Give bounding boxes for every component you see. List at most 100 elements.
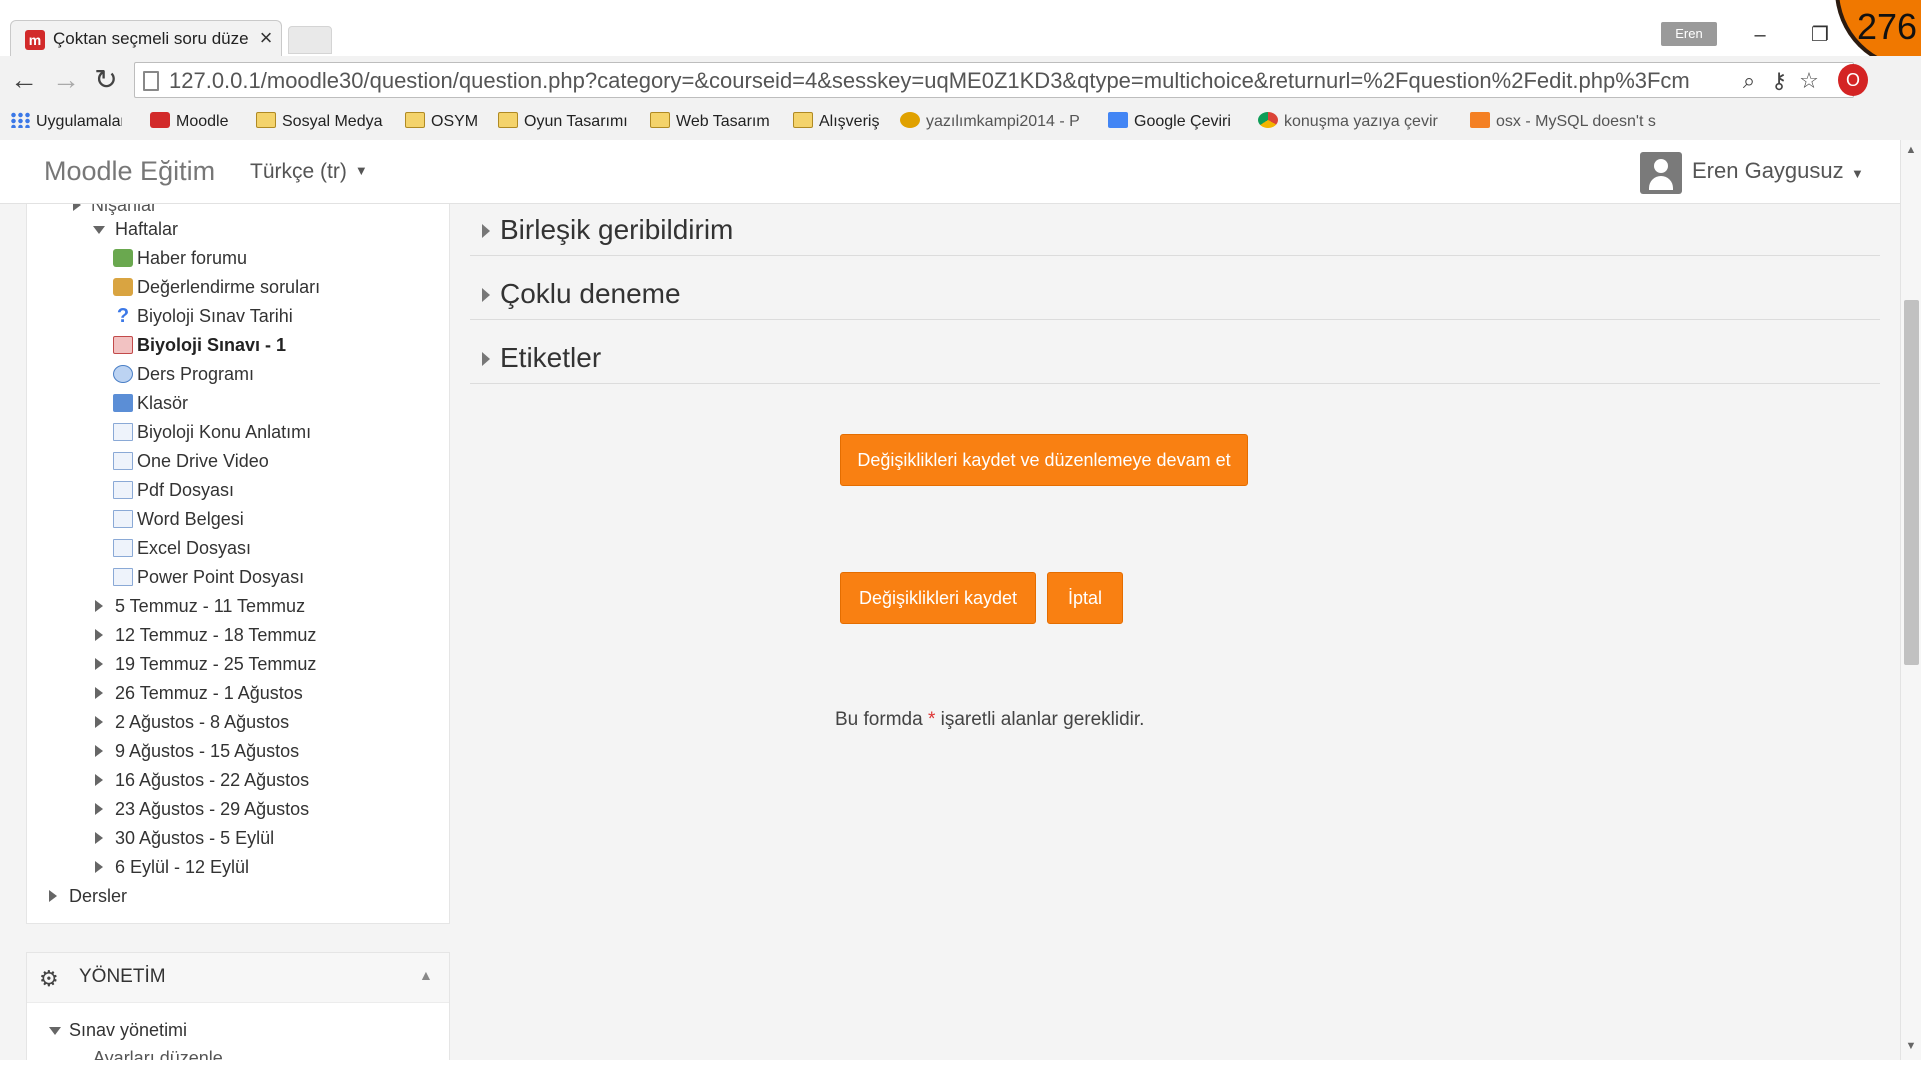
bookmark-moodle[interactable]: Moodle (150, 110, 246, 134)
file-icon (113, 423, 133, 441)
nav-week-item[interactable]: 5 Temmuz - 11 Temmuz (95, 593, 305, 619)
scrollbar-thumb[interactable] (1904, 300, 1919, 665)
navigation-block: Nişanlar Haftalar Haber forumu Değerlend… (26, 204, 450, 924)
quiz-icon (113, 278, 133, 296)
nav-activity-biyoloji-sinav-tarihi[interactable]: ? Biyoloji Sınav Tarihi (113, 303, 293, 329)
moodle-navbar: Moodle Eğitim Türkçe (tr) ▼ Eren Gaygusuz… (0, 140, 1900, 204)
new-tab-button[interactable] (288, 26, 332, 54)
nav-activity-word-belgesi[interactable]: Word Belgesi (113, 506, 244, 532)
bookmark-folder-web-tasarim[interactable]: Web Tasarım (650, 110, 780, 134)
expand-arrow-icon (482, 224, 490, 238)
url-text[interactable]: 127.0.0.1/moodle30/question/question.php… (169, 68, 1759, 94)
nav-week-item[interactable]: 23 Ağustos - 29 Ağustos (95, 796, 309, 822)
nav-activity-excel-dosyasi[interactable]: Excel Dosyası (113, 535, 251, 561)
bookmark-apps[interactable]: Uygulamalar (10, 110, 122, 134)
nav-activity-one-drive-video[interactable]: One Drive Video (113, 448, 269, 474)
profile-button[interactable]: Eren (1661, 22, 1717, 46)
file-icon (113, 452, 133, 470)
nav-item-sinav-yonetimi[interactable]: Sınav yönetimi (49, 1017, 187, 1043)
nav-week-item[interactable]: 6 Eylül - 12 Eylül (95, 854, 249, 880)
nav-week-item[interactable]: 26 Temmuz - 1 Ağustos (95, 680, 303, 706)
nav-week-item[interactable]: 19 Temmuz - 25 Temmuz (95, 651, 316, 677)
bookmark-yazilimkampi[interactable]: yazılımkampi2014 - P (900, 110, 1095, 134)
caret-down-icon[interactable]: ▼ (1851, 166, 1864, 181)
cancel-button[interactable]: İptal (1047, 572, 1123, 624)
search-icon[interactable]: ⌕ (1735, 67, 1763, 95)
browser-tab-active[interactable]: m Çoktan seçmeli soru düze × (10, 20, 282, 56)
save-and-continue-button[interactable]: Değişiklikleri kaydet ve düzenlemeye dev… (840, 434, 1248, 486)
nav-activity-power-point-dosyasi[interactable]: Power Point Dosyası (113, 564, 304, 590)
moodle-icon (150, 112, 170, 128)
tab-close-icon[interactable]: × (255, 25, 277, 51)
nav-item-dersler[interactable]: Dersler (49, 883, 127, 909)
folder-icon (793, 112, 813, 128)
scroll-down-arrow-icon[interactable]: ▼ (1905, 1040, 1917, 1056)
overlay-counter-text: 276 (1857, 6, 1918, 47)
section-birlesik-geribildirim[interactable]: Birleşik geribildirim (470, 204, 1880, 256)
question-edit-form: Birleşik geribildirim Çoklu deneme Etike… (470, 204, 1880, 1060)
apps-grid-icon (10, 112, 30, 128)
collapse-arrow-icon (93, 226, 105, 234)
section-coklu-deneme[interactable]: Çoklu deneme (470, 268, 1880, 320)
user-menu[interactable]: Eren Gaygusuz (1692, 158, 1844, 184)
nav-item-ayarlari-duzenle[interactable]: Ayarları düzenle (93, 1045, 223, 1060)
minimize-window-button[interactable]: – (1740, 20, 1780, 50)
nav-week-item[interactable]: 30 Ağustos - 5 Eylül (95, 825, 274, 851)
nav-activity-haber-forumu[interactable]: Haber forumu (113, 245, 247, 271)
language-menu[interactable]: Türkçe (tr) ▼ (250, 160, 368, 184)
required-fields-note: Bu formda * işaretli alanlar gereklidir. (835, 709, 1145, 730)
nav-activity-biyoloji-konu-anlatimi[interactable]: Biyoloji Konu Anlatımı (113, 419, 311, 445)
forward-arrow-icon[interactable]: → (48, 62, 84, 98)
caret-down-icon: ▼ (354, 163, 368, 178)
collapse-arrow-icon (49, 1027, 61, 1035)
site-name-link[interactable]: Moodle Eğitim (44, 156, 215, 187)
cat-icon (900, 112, 920, 128)
key-icon[interactable]: ⚷ (1765, 67, 1793, 95)
nav-item-haftalar[interactable]: Haftalar (93, 216, 178, 242)
bookmark-folder-alisveris[interactable]: Alışveriş (793, 110, 893, 134)
expand-arrow-icon (482, 288, 490, 302)
nav-activity-ders-programi[interactable]: Ders Programı (113, 361, 254, 387)
folder-icon (113, 394, 133, 412)
restore-window-button[interactable]: ❐ (1800, 20, 1840, 50)
nav-week-item[interactable]: 2 Ağustos - 8 Ağustos (95, 709, 289, 735)
collapse-caret-icon[interactable]: ▲ (419, 967, 433, 983)
administration-block: ⚙ YÖNETİM ▲ Sınav yönetimi Ayarları düze… (26, 952, 450, 1060)
question-icon: ? (116, 305, 130, 327)
nav-activity-pdf-dosyasi[interactable]: Pdf Dosyası (113, 477, 234, 503)
folder-icon (405, 112, 425, 128)
file-icon (113, 481, 133, 499)
opera-icon[interactable]: O (1838, 64, 1868, 96)
bookmark-google-ceviri[interactable]: Google Çeviri (1108, 110, 1240, 134)
bookmark-osx-mysql[interactable]: osx - MySQL doesn't s (1470, 110, 1658, 134)
expand-arrow-icon (95, 600, 103, 612)
administration-header[interactable]: ⚙ YÖNETİM ▲ (27, 953, 449, 1003)
bookmark-folder-sosyal-medya[interactable]: Sosyal Medya (256, 110, 396, 134)
folder-icon (256, 112, 276, 128)
nav-activity-degerlendirme-sorulari[interactable]: Değerlendirme soruları (113, 274, 320, 300)
section-etiketler[interactable]: Etiketler (470, 332, 1880, 384)
bookmarks-bar: Uygulamalar Moodle Sosyal Medya OSYM Oyu… (0, 104, 1921, 140)
bookmark-konusma-yaziya-cevir[interactable]: konuşma yazıya çevir (1258, 110, 1450, 134)
nav-week-item[interactable]: 16 Ağustos - 22 Ağustos (95, 767, 309, 793)
bookmark-folder-oyun-tasarimi[interactable]: Oyun Tasarımı (498, 110, 638, 134)
gears-icon: ⚙ (39, 966, 59, 991)
user-avatar-icon[interactable] (1640, 152, 1682, 194)
nav-week-item[interactable]: 9 Ağustos - 15 Ağustos (95, 738, 299, 764)
reload-icon[interactable]: ↻ (88, 62, 124, 98)
browser-toolbar: ← → ↻ 127.0.0.1/moodle30/question/questi… (0, 56, 1921, 104)
bookmark-folder-osym[interactable]: OSYM (405, 110, 485, 134)
file-icon (113, 510, 133, 528)
page-scrollbar[interactable]: ▲ ▼ (1900, 140, 1921, 1060)
nav-week-item[interactable]: 12 Temmuz - 18 Temmuz (95, 622, 316, 648)
folder-icon (650, 112, 670, 128)
back-arrow-icon[interactable]: ← (6, 62, 42, 98)
required-star: * (927, 709, 936, 730)
folder-icon (498, 112, 518, 128)
save-changes-button[interactable]: Değişiklikleri kaydet (840, 572, 1036, 624)
nav-activity-biyoloji-sinavi-1[interactable]: Biyoloji Sınavı - 1 (113, 332, 286, 358)
star-icon[interactable]: ☆ (1795, 67, 1823, 95)
address-bar[interactable]: 127.0.0.1/moodle30/question/question.php… (134, 62, 1854, 98)
scroll-up-arrow-icon[interactable]: ▲ (1905, 144, 1917, 160)
nav-activity-klasor[interactable]: Klasör (113, 390, 188, 416)
